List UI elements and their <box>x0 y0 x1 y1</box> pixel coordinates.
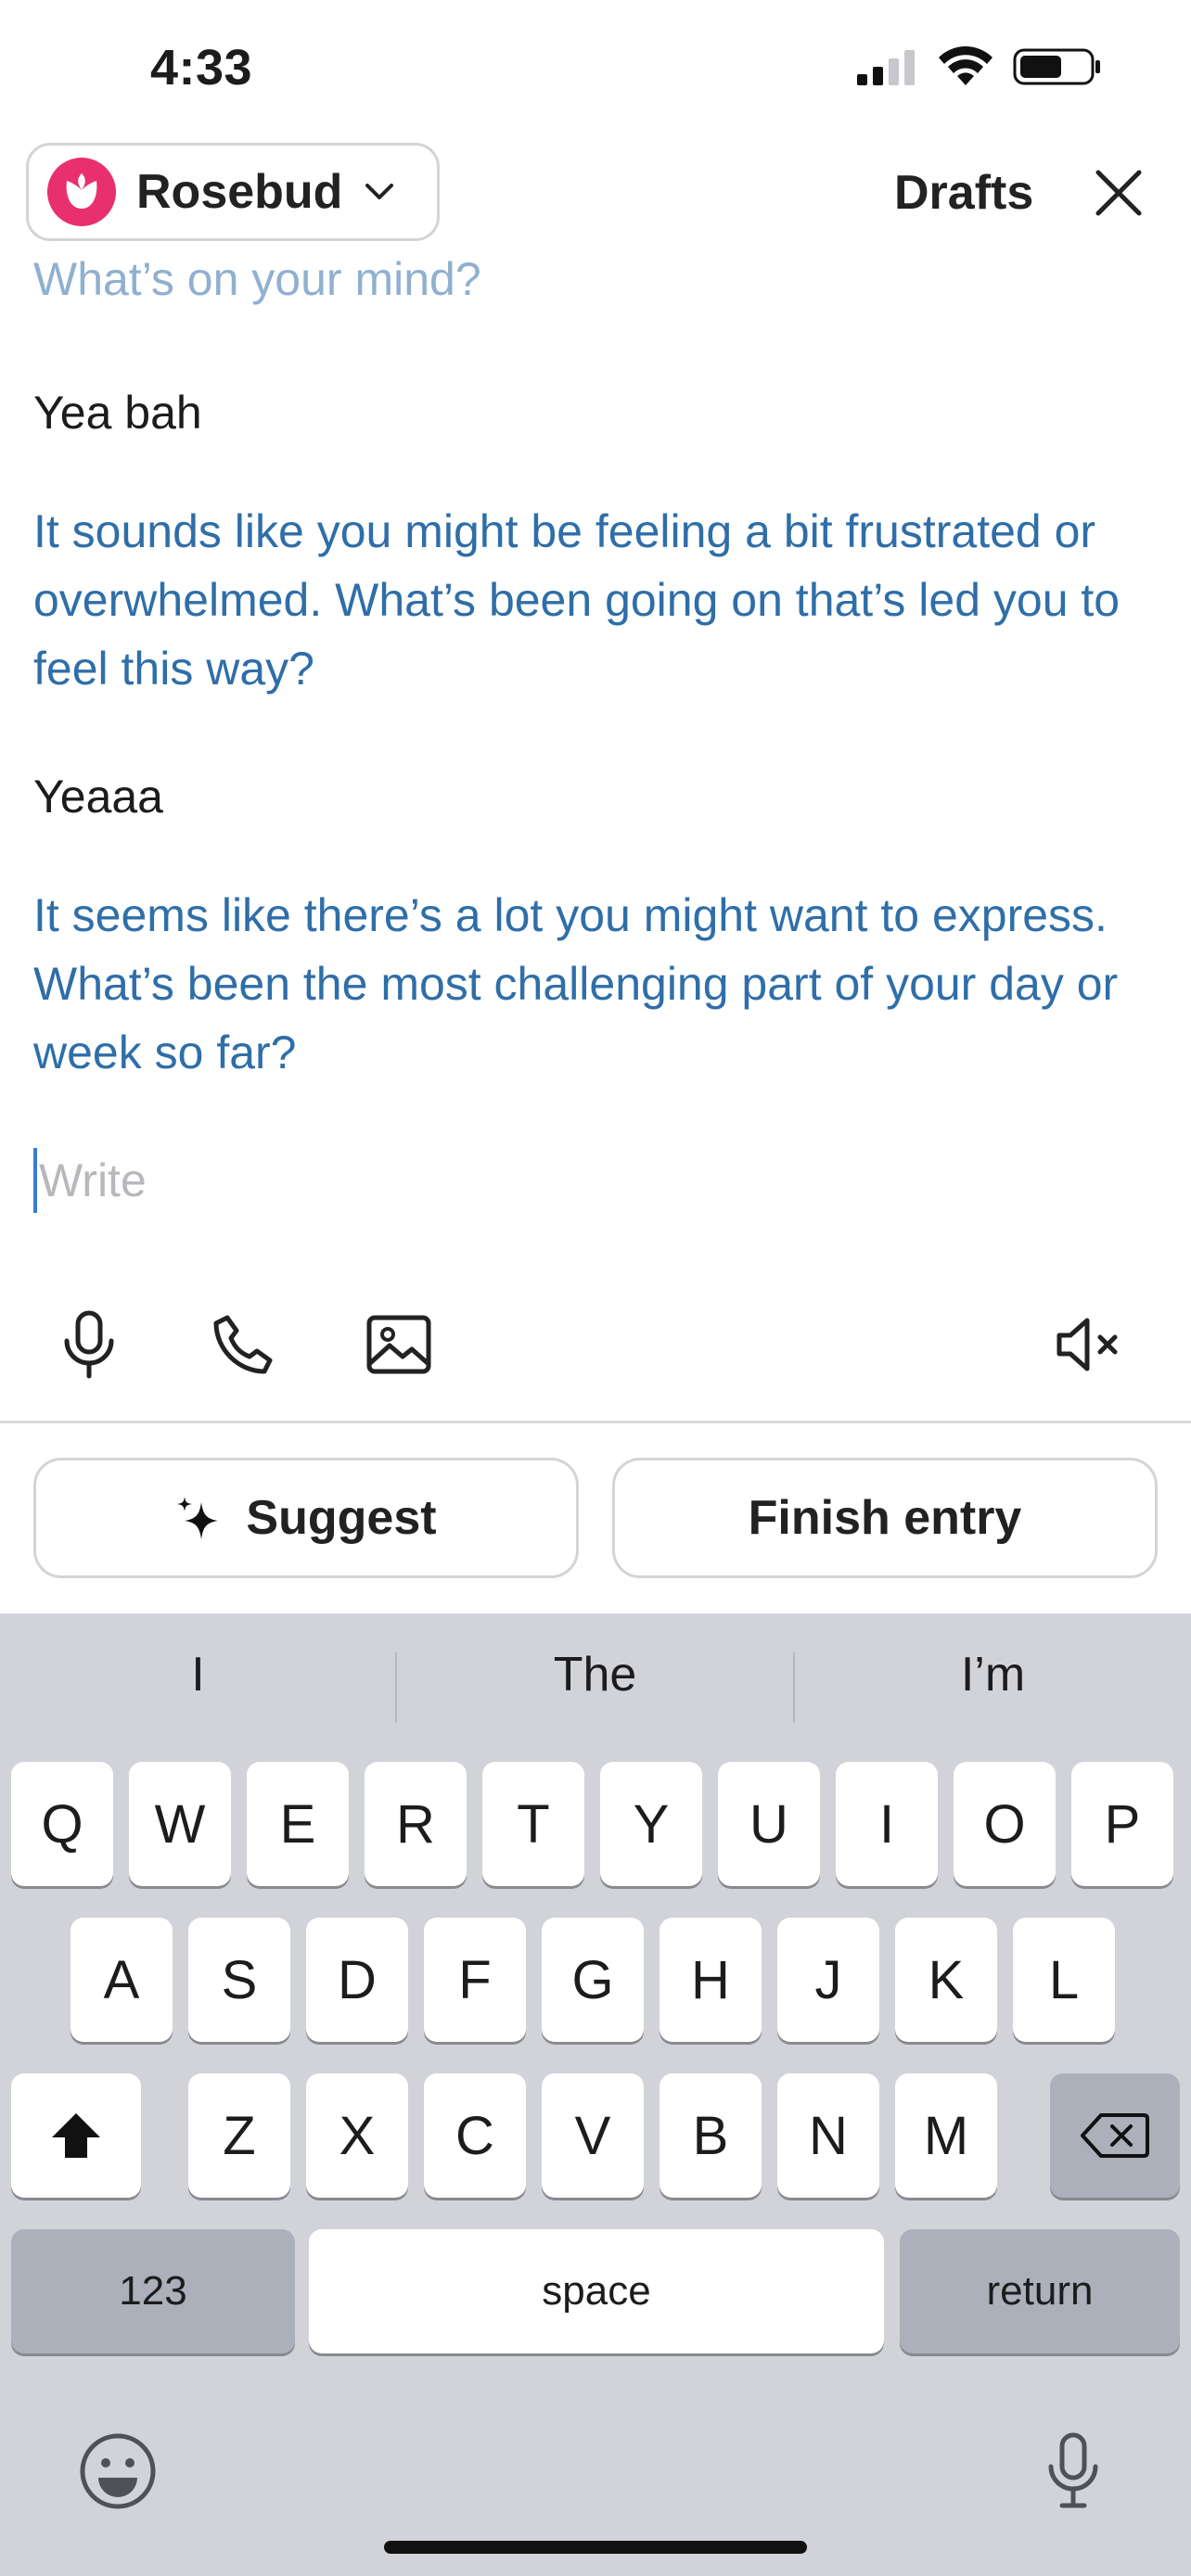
finish-entry-label: Finish entry <box>748 1491 1022 1545</box>
key-w[interactable]: W <box>129 1762 231 1886</box>
header: Rosebud Drafts <box>0 139 1191 250</box>
drafts-button[interactable]: Drafts <box>894 165 1033 221</box>
key-k[interactable]: K <box>895 1918 997 2042</box>
dictation-button[interactable] <box>1022 2420 1124 2522</box>
prediction-item[interactable]: The <box>397 1647 793 1702</box>
shift-key[interactable] <box>11 2073 141 2198</box>
close-icon[interactable] <box>1091 165 1146 221</box>
journal-picker[interactable]: Rosebud <box>26 143 440 241</box>
shift-arrow-icon <box>52 2113 100 2158</box>
key-i[interactable]: I <box>836 1762 938 1886</box>
key-z[interactable]: Z <box>188 2073 290 2198</box>
key-r[interactable]: R <box>365 1762 467 1886</box>
key-v[interactable]: V <box>542 2073 644 2198</box>
microphone-icon <box>64 1310 114 1379</box>
key-j[interactable]: J <box>777 1918 879 2042</box>
write-input[interactable] <box>39 1154 781 1207</box>
key-u[interactable]: U <box>718 1762 820 1886</box>
emoji-button[interactable] <box>67 2420 169 2522</box>
key-d[interactable]: D <box>306 1918 408 2042</box>
write-field-wrapper <box>33 1148 781 1213</box>
wifi-icon <box>939 46 992 85</box>
battery-icon <box>1013 48 1100 85</box>
key-e[interactable]: E <box>247 1762 349 1886</box>
key-h[interactable]: H <box>660 1918 762 2042</box>
user-message: Yea bah <box>33 387 202 439</box>
key-m[interactable]: M <box>895 2073 997 2198</box>
key-l[interactable]: L <box>1013 1918 1115 2042</box>
key-f[interactable]: F <box>424 1918 526 2042</box>
emoji-icon <box>80 2433 156 2509</box>
entry-toolbar <box>0 1289 1191 1428</box>
numbers-key[interactable]: 123 <box>11 2229 295 2353</box>
ai-response: It sounds like you might be feeling a bi… <box>33 505 1121 695</box>
status-icons <box>857 46 1102 87</box>
key-a[interactable]: A <box>70 1918 173 2042</box>
user-message: Yeaaa <box>33 771 163 823</box>
sparkle-icon <box>177 1497 219 1539</box>
toolbar-divider <box>0 1421 1191 1423</box>
journal-conversation: What’s on your mind? Yea bah It sounds l… <box>33 250 1165 1213</box>
space-key[interactable]: space <box>309 2229 884 2353</box>
chevron-down-icon <box>365 184 394 199</box>
predictive-bar: I The I’m <box>0 1613 1191 1754</box>
key-o[interactable]: O <box>954 1762 1056 1886</box>
finish-entry-button[interactable]: Finish entry <box>612 1458 1158 1578</box>
key-p[interactable]: P <box>1071 1762 1173 1886</box>
key-x[interactable]: X <box>306 2073 408 2198</box>
home-indicator <box>384 2541 807 2554</box>
delete-key[interactable] <box>1050 2073 1180 2198</box>
key-q[interactable]: Q <box>11 1762 113 1886</box>
status-bar: 4:33 <box>0 0 1191 139</box>
key-g[interactable]: G <box>542 1918 644 2042</box>
phone-icon <box>213 1315 273 1374</box>
journal-prompt: What’s on your mind? <box>33 253 481 305</box>
microphone-icon <box>1048 2432 1098 2508</box>
text-caret <box>33 1148 37 1213</box>
return-key[interactable]: return <box>900 2229 1180 2353</box>
keyboard: I The I’m Q W E R T Y U I O P A S D F G … <box>0 1613 1191 2576</box>
speaker-muted-icon <box>1057 1318 1118 1371</box>
rosebud-logo-icon <box>47 158 116 226</box>
mute-voice-button[interactable] <box>1052 1307 1126 1382</box>
key-b[interactable]: B <box>660 2073 762 2198</box>
key-t[interactable]: T <box>482 1762 584 1886</box>
image-icon <box>366 1315 431 1374</box>
microphone-button[interactable] <box>52 1307 126 1382</box>
suggest-button[interactable]: Suggest <box>33 1458 579 1578</box>
cellular-signal-icon <box>857 50 915 85</box>
key-s[interactable]: S <box>188 1918 290 2042</box>
key-n[interactable]: N <box>777 2073 879 2198</box>
suggest-label: Suggest <box>246 1491 437 1545</box>
prediction-item[interactable]: I <box>0 1647 396 1702</box>
backspace-icon <box>1081 2113 1149 2158</box>
prediction-item[interactable]: I’m <box>795 1647 1191 1702</box>
journal-name: Rosebud <box>136 165 343 219</box>
key-c[interactable]: C <box>424 2073 526 2198</box>
key-y[interactable]: Y <box>600 1762 702 1886</box>
status-time: 4:33 <box>150 40 253 96</box>
call-button[interactable] <box>206 1307 280 1382</box>
ai-response: It seems like there’s a lot you might wa… <box>33 889 1119 1078</box>
add-image-button[interactable] <box>362 1307 436 1382</box>
